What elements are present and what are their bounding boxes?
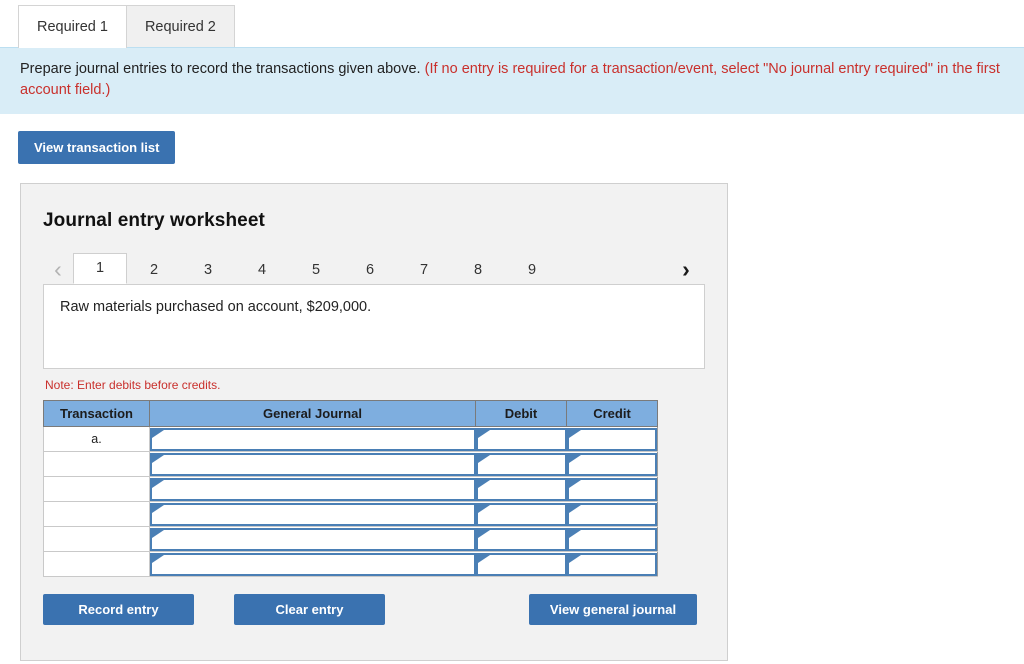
chevron-left-icon[interactable]: ‹: [43, 254, 73, 284]
worksheet-pager: ‹ 1 2 3 4 5 6 7 8 9 ›: [43, 250, 705, 286]
journal-entry-table-body: a.: [43, 426, 658, 578]
credit-input[interactable]: [566, 502, 657, 526]
credit-input[interactable]: [566, 427, 657, 451]
pager-page-list: 1 2 3 4 5 6 7 8 9: [73, 253, 559, 285]
debit-input[interactable]: [475, 552, 567, 576]
pager-page-3[interactable]: 3: [181, 254, 235, 284]
general-journal-input[interactable]: [150, 502, 476, 526]
debit-input[interactable]: [475, 477, 567, 501]
pager-page-7[interactable]: 7: [397, 254, 451, 284]
table-row: [43, 451, 658, 478]
column-header-debit: Debit: [475, 400, 567, 428]
transaction-label-cell: [43, 551, 150, 578]
worksheet-title: Journal entry worksheet: [43, 210, 265, 232]
tab-required-1-label: Required 1: [37, 19, 108, 35]
journal-entry-worksheet-panel: Journal entry worksheet ‹ 1 2 3 4 5 6 7 …: [20, 183, 728, 662]
column-header-credit: Credit: [566, 400, 658, 428]
pager-page-6[interactable]: 6: [343, 254, 397, 284]
worksheet-actions: Record entry Clear entry View general jo…: [43, 594, 705, 626]
pager-page-2[interactable]: 2: [127, 254, 181, 284]
instruction-banner: Prepare journal entries to record the tr…: [0, 47, 1024, 115]
view-transaction-list-button[interactable]: View transaction list: [18, 131, 176, 165]
transaction-description-text: Raw materials purchased on account, $209…: [60, 299, 372, 316]
debit-input[interactable]: [475, 527, 567, 551]
toolbar: View transaction list: [0, 114, 1024, 165]
debits-before-credits-note: Note: Enter debits before credits.: [45, 378, 221, 393]
credit-input[interactable]: [566, 452, 657, 476]
pager-page-9[interactable]: 9: [505, 254, 559, 284]
tab-bar: Required 1 Required 2: [0, 0, 1024, 48]
credit-input[interactable]: [566, 527, 657, 551]
transaction-label-cell: [43, 451, 150, 478]
clear-entry-button[interactable]: Clear entry: [234, 594, 385, 626]
pager-page-8[interactable]: 8: [451, 254, 505, 284]
journal-entry-table: Transaction General Journal Debit Credit…: [43, 400, 658, 578]
credit-input[interactable]: [566, 552, 657, 576]
general-journal-input[interactable]: [150, 527, 476, 551]
debit-input[interactable]: [475, 452, 567, 476]
transaction-label-cell: [43, 501, 150, 528]
instruction-text: Prepare journal entries to record the tr…: [20, 61, 421, 77]
table-row: a.: [43, 426, 658, 453]
tab-required-2-label: Required 2: [144, 19, 216, 35]
tab-required-1[interactable]: Required 1: [18, 5, 127, 48]
general-journal-input[interactable]: [150, 452, 476, 476]
transaction-label-cell: a.: [43, 426, 150, 453]
debit-input[interactable]: [475, 502, 567, 526]
table-header-row: Transaction General Journal Debit Credit: [43, 400, 658, 428]
chevron-right-icon[interactable]: ›: [671, 254, 701, 284]
pager-page-5[interactable]: 5: [289, 254, 343, 284]
transaction-label-cell: [43, 526, 150, 553]
debit-input[interactable]: [475, 427, 567, 451]
table-row: [43, 501, 658, 528]
general-journal-input[interactable]: [150, 427, 476, 451]
general-journal-input[interactable]: [150, 477, 476, 501]
pager-page-4[interactable]: 4: [235, 254, 289, 284]
table-row: [43, 551, 658, 578]
tab-required-2[interactable]: Required 2: [125, 5, 235, 47]
table-row: [43, 476, 658, 503]
transaction-description-box: Raw materials purchased on account, $209…: [43, 284, 705, 370]
column-header-general-journal: General Journal: [149, 400, 476, 428]
credit-input[interactable]: [566, 477, 657, 501]
view-general-journal-button[interactable]: View general journal: [529, 594, 697, 626]
column-header-transaction: Transaction: [43, 400, 150, 428]
table-row: [43, 526, 658, 553]
transaction-label-cell: [43, 476, 150, 503]
record-entry-button[interactable]: Record entry: [43, 594, 194, 626]
pager-page-1[interactable]: 1: [73, 253, 127, 285]
general-journal-input[interactable]: [150, 552, 476, 576]
